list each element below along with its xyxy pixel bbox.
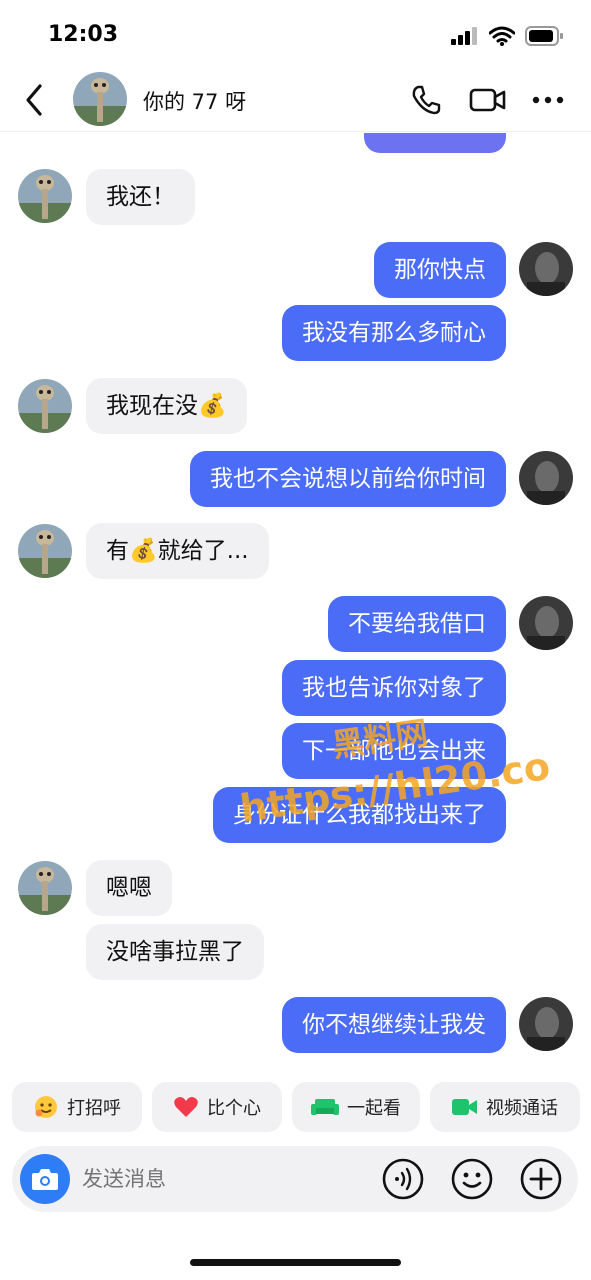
message-bubble-outgoing[interactable]: 不要给我借口 — [328, 596, 506, 652]
video-call-icon — [452, 1099, 477, 1115]
voice-wave-icon — [382, 1158, 424, 1200]
plus-circle-icon — [520, 1158, 562, 1200]
more-options-button[interactable] — [528, 82, 568, 118]
user-avatar-image — [519, 997, 573, 1051]
user-avatar-image — [519, 242, 573, 296]
message-bubble-incoming[interactable]: 嗯嗯 — [86, 860, 172, 916]
user-avatar-image — [519, 596, 573, 650]
message-bubble-outgoing[interactable]: 你不想继续让我发 — [282, 997, 506, 1053]
say-hi-label: 打招呼 — [67, 1098, 121, 1119]
message-bubble-outgoing[interactable]: 我没有那么多耐心 — [282, 305, 506, 361]
say-hi-button[interactable]: 打招呼 — [12, 1082, 142, 1132]
contact-avatar-small[interactable] — [18, 169, 72, 223]
message-input[interactable] — [82, 1146, 362, 1212]
composer — [12, 1146, 578, 1212]
message-bubble-outgoing[interactable]: 我也不会说想以前给你时间 — [190, 451, 506, 507]
video-chat-label: 视频通话 — [486, 1098, 558, 1119]
my-avatar[interactable] — [519, 596, 573, 650]
watch-together-label: 一起看 — [347, 1098, 401, 1119]
video-chat-button[interactable]: 视频通话 — [430, 1082, 580, 1132]
contact-avatar-small[interactable] — [18, 379, 72, 433]
user-avatar-image — [519, 451, 573, 505]
contact-avatar[interactable] — [73, 72, 127, 126]
back-button[interactable] — [20, 82, 50, 118]
voice-message-button[interactable] — [380, 1156, 426, 1202]
contact-avatar-small[interactable] — [18, 524, 72, 578]
message-bubble-incoming[interactable]: 我现在没💰 — [86, 378, 247, 434]
status-icons — [451, 26, 563, 46]
wave-emoji-icon — [35, 1096, 57, 1118]
ostrich-avatar-image — [18, 379, 72, 433]
message-bubble-outgoing[interactable]: 身份证什么我都找出来了 — [213, 787, 506, 843]
my-avatar[interactable] — [519, 242, 573, 296]
phone-icon — [412, 85, 441, 115]
cellular-signal-icon — [451, 27, 477, 45]
sofa-icon — [311, 1099, 339, 1115]
heart-icon — [174, 1097, 198, 1117]
contact-avatar-small[interactable] — [18, 861, 72, 915]
message-list[interactable]: 我还！ 那你快点 我没有那么多耐心 我现在没💰 我也不会说想以前给你时间 有💰就… — [0, 133, 591, 1070]
ostrich-avatar-image — [18, 524, 72, 578]
message-bubble-outgoing[interactable]: 那你快点 — [374, 242, 506, 298]
battery-icon — [525, 26, 563, 46]
my-avatar[interactable] — [519, 997, 573, 1051]
camera-button[interactable] — [20, 1154, 70, 1204]
contact-name: 你的 77 呀 — [143, 90, 247, 114]
message-bubble-partial — [364, 133, 506, 153]
home-indicator[interactable] — [190, 1259, 401, 1266]
ostrich-avatar-image — [18, 169, 72, 223]
watch-together-button[interactable]: 一起看 — [292, 1082, 420, 1132]
status-bar: 12:03 — [0, 0, 591, 70]
chat-header: 你的 77 呀 — [0, 70, 591, 132]
wifi-icon — [489, 26, 515, 46]
my-avatar[interactable] — [519, 451, 573, 505]
more-features-button[interactable] — [518, 1156, 564, 1202]
ostrich-avatar-image — [73, 72, 127, 126]
ostrich-avatar-image — [18, 861, 72, 915]
message-bubble-incoming[interactable]: 有💰就给了... — [86, 523, 269, 579]
status-time: 12:03 — [48, 22, 119, 47]
more-dots-icon — [532, 96, 564, 104]
emoji-button[interactable] — [449, 1156, 495, 1202]
message-bubble-outgoing[interactable]: 我也告诉你对象了 — [282, 660, 506, 716]
video-call-button[interactable] — [468, 82, 508, 118]
chevron-left-icon — [26, 84, 42, 116]
quick-actions: 打招呼 比个心 一起看 视频通话 — [0, 1082, 591, 1132]
camera-icon — [32, 1169, 58, 1190]
voice-call-button[interactable] — [406, 82, 446, 118]
message-bubble-outgoing[interactable]: 下一部他也会出来 — [282, 723, 506, 779]
video-camera-icon — [469, 88, 506, 112]
send-heart-label: 比个心 — [207, 1098, 261, 1119]
send-heart-button[interactable]: 比个心 — [152, 1082, 282, 1132]
smiley-icon — [451, 1158, 493, 1200]
message-bubble-incoming[interactable]: 我还！ — [86, 169, 195, 225]
message-bubble-incoming[interactable]: 没啥事拉黑了 — [86, 924, 264, 980]
